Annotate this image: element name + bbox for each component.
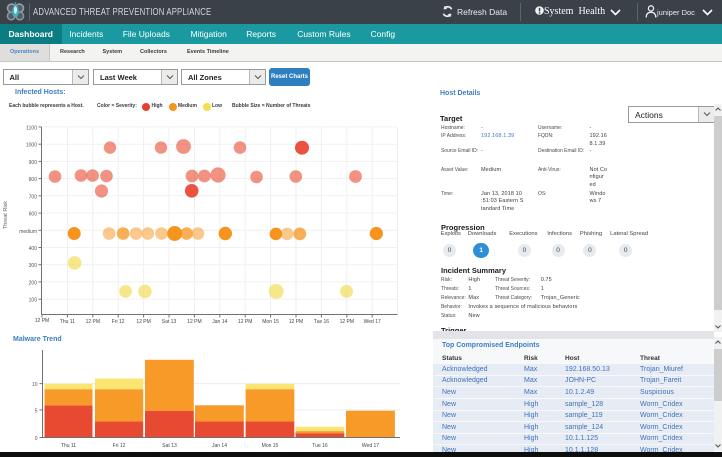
svg-text:Tue 16: Tue 16 <box>312 443 328 449</box>
svg-text:5: 5 <box>35 408 38 414</box>
svg-text:Fri 12: Fri 12 <box>112 319 125 325</box>
svg-text:300: 300 <box>29 263 38 269</box>
svg-text:100: 100 <box>29 298 38 304</box>
svg-text:400: 400 <box>29 246 38 252</box>
svg-text:Tue 16: Tue 16 <box>314 319 330 325</box>
svg-text:900: 900 <box>29 160 38 166</box>
svg-text:700: 700 <box>29 194 38 200</box>
svg-text:0: 0 <box>35 436 38 442</box>
svg-text:10: 10 <box>32 382 38 388</box>
svg-text:12 PM: 12 PM <box>86 319 100 325</box>
svg-text:1000: 1000 <box>26 143 37 149</box>
svg-text:Thu 11: Thu 11 <box>60 319 75 325</box>
svg-text:600: 600 <box>29 212 38 218</box>
svg-text:12 PM: 12 PM <box>340 319 354 325</box>
svg-text:12 PM: 12 PM <box>238 319 252 325</box>
svg-text:Sat 13: Sat 13 <box>162 443 177 449</box>
svg-text:800: 800 <box>29 177 38 183</box>
svg-text:1100: 1100 <box>26 125 37 131</box>
svg-text:Thu 11: Thu 11 <box>61 443 76 449</box>
svg-text:12 PM: 12 PM <box>136 319 150 325</box>
svg-text:Wed 17: Wed 17 <box>364 319 381 325</box>
svg-text:Wed 17: Wed 17 <box>362 443 379 449</box>
svg-text:Threat Risk: Threat Risk <box>3 201 9 229</box>
svg-text:12 PM: 12 PM <box>289 319 303 325</box>
svg-text:12 PM: 12 PM <box>187 319 201 325</box>
svg-text:12 PM: 12 PM <box>35 318 49 324</box>
svg-text:Fri 12: Fri 12 <box>113 443 126 449</box>
svg-text:Mon 15: Mon 15 <box>262 443 279 449</box>
svg-text:Mon 15: Mon 15 <box>262 319 279 325</box>
svg-text:Sat 13: Sat 13 <box>162 319 177 325</box>
svg-text:Jan 14: Jan 14 <box>212 443 227 449</box>
svg-text:Jan 14: Jan 14 <box>212 319 227 325</box>
svg-text:medium: medium <box>19 229 37 235</box>
svg-text:200: 200 <box>29 280 38 286</box>
